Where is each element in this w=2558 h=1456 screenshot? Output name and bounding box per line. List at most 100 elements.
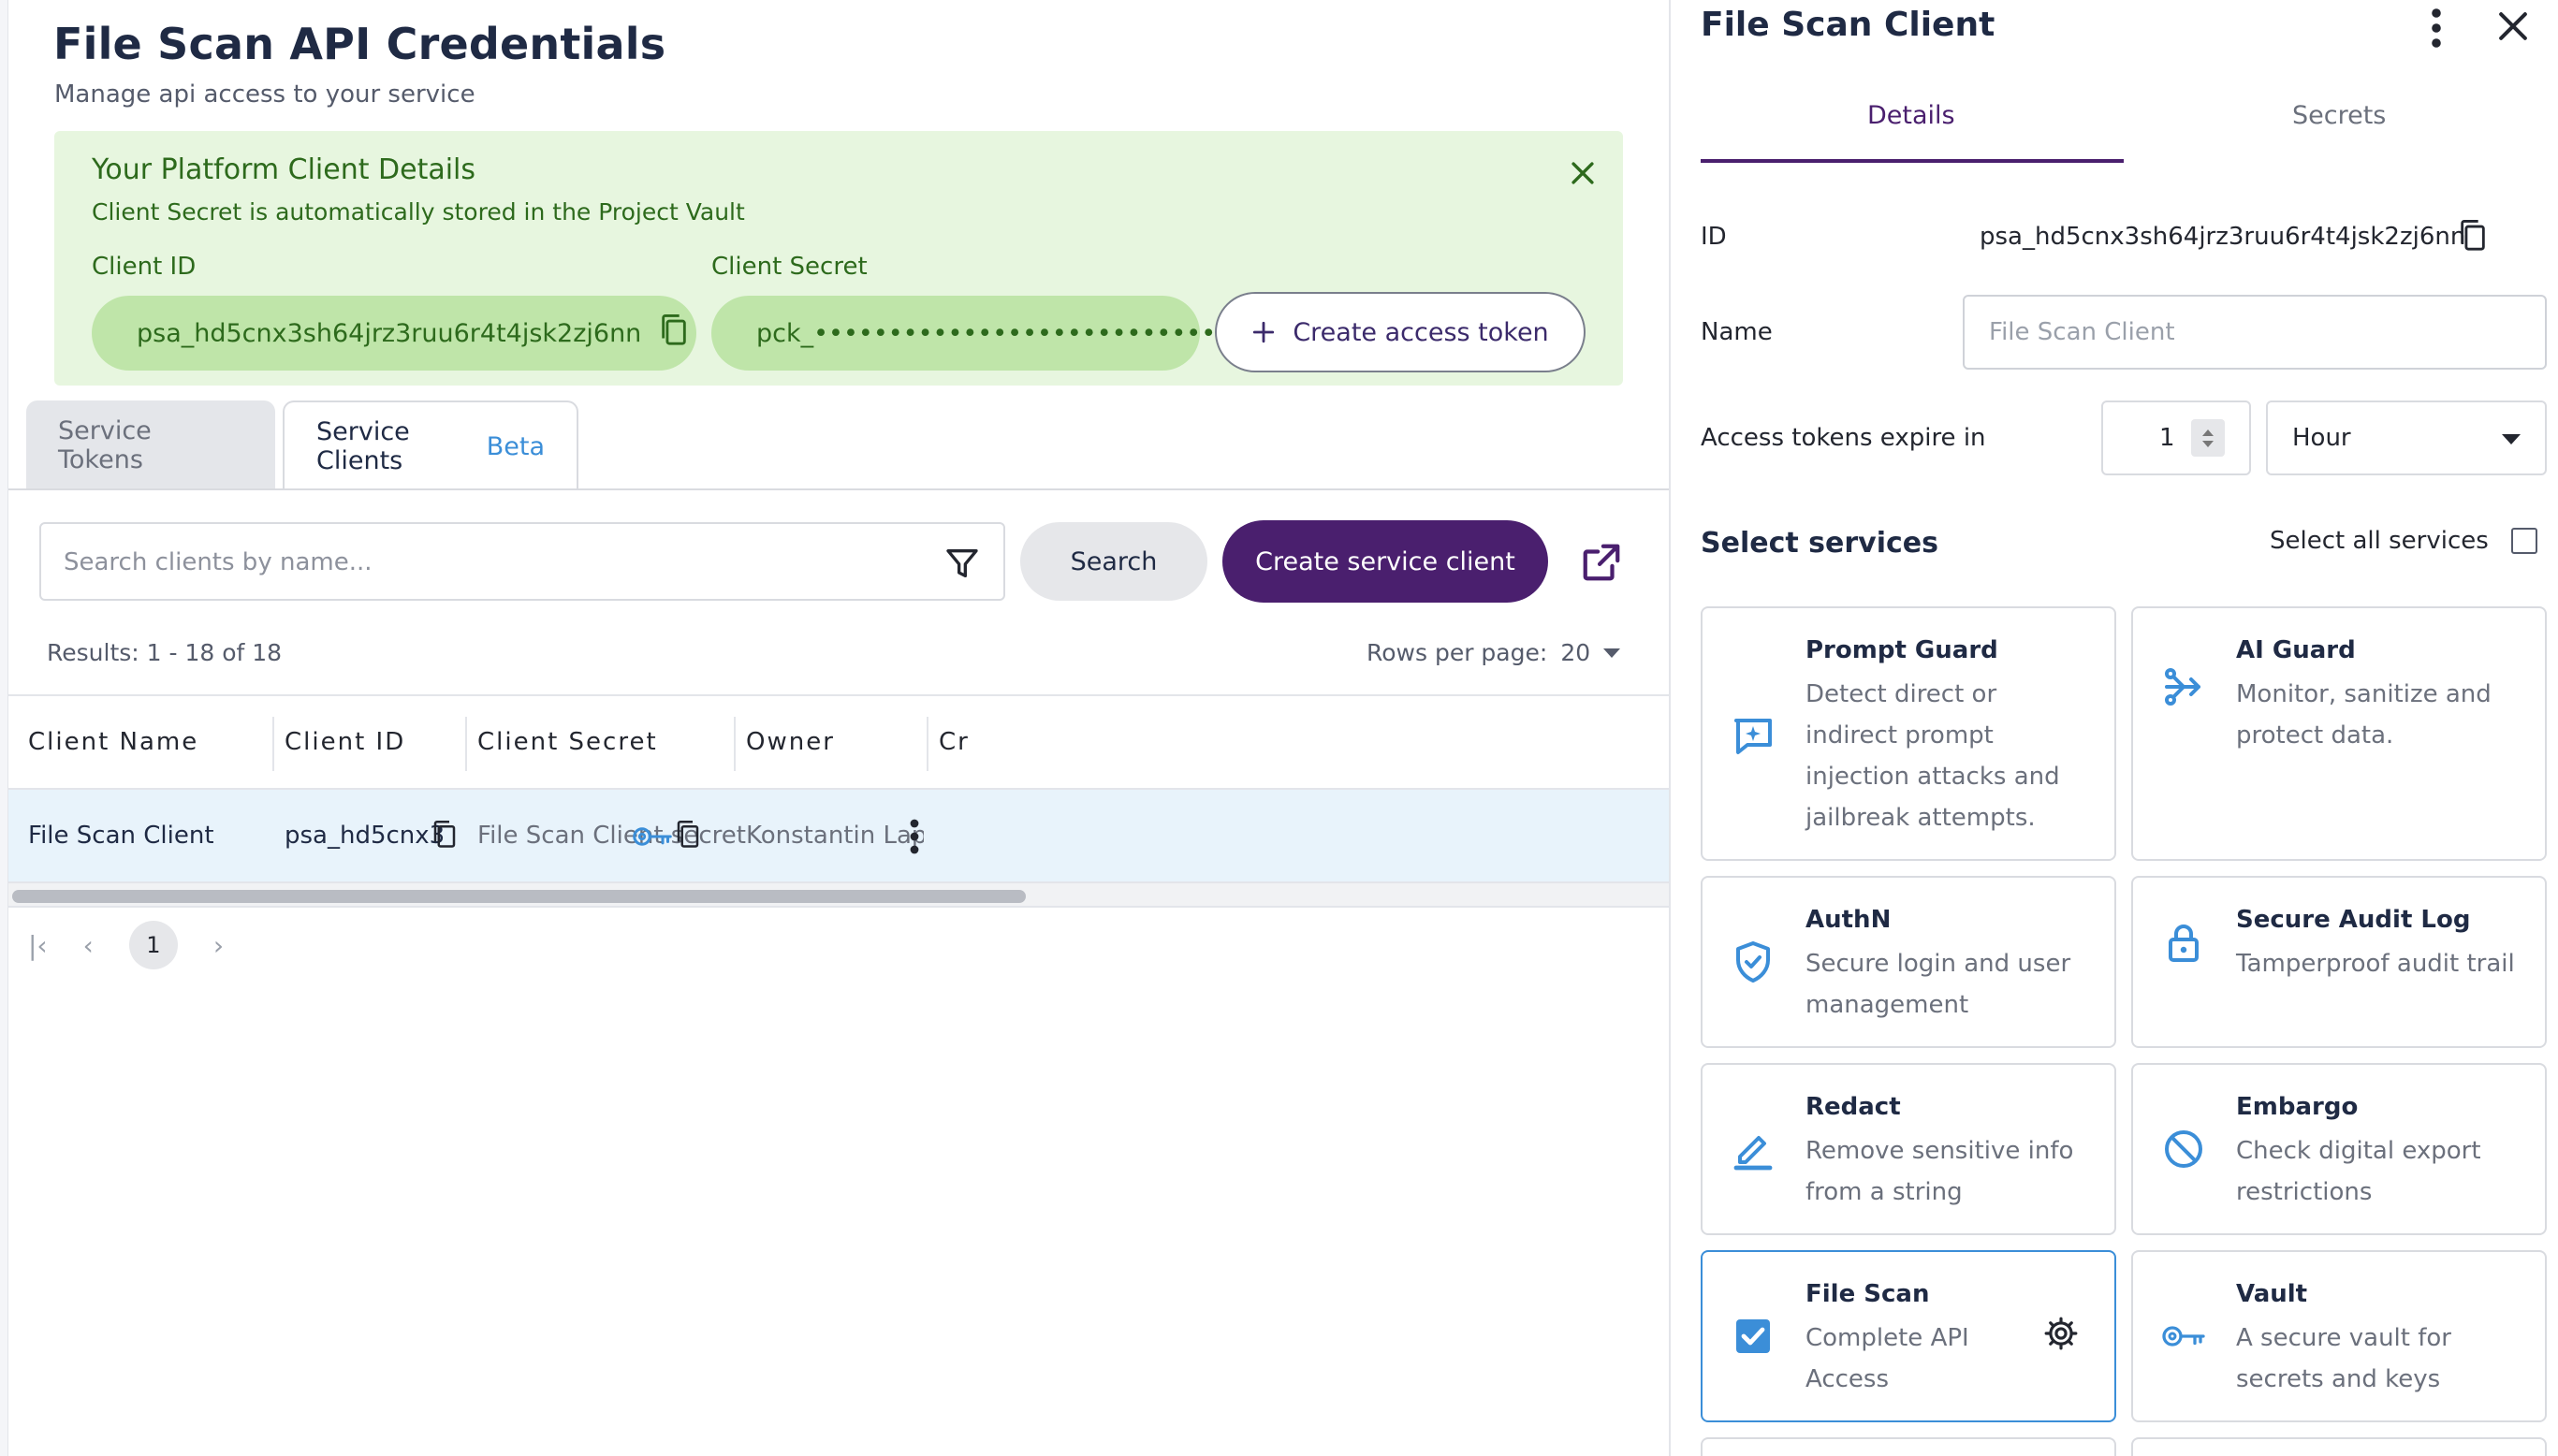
copy-icon[interactable] <box>674 818 702 852</box>
copy-icon[interactable] <box>431 818 459 852</box>
client-secret-pill: pck_•••••••••••••••••••••••••••ykaf <box>711 296 1315 371</box>
banner-close-icon[interactable] <box>1567 157 1599 189</box>
plus-icon <box>1253 321 1275 343</box>
row-menu-icon[interactable] <box>909 818 920 855</box>
ai-guard-icon <box>2165 668 2200 706</box>
filter-icon[interactable] <box>943 545 981 582</box>
panel-title: File Scan Client <box>1701 6 1995 44</box>
tab-service-clients-label: Service Clients <box>316 417 410 475</box>
service-card-prompt-guard[interactable]: Prompt Guard Detect direct or indirect p… <box>1701 606 2116 861</box>
page-title: File Scan API Credentials <box>53 19 666 69</box>
service-card-authn[interactable]: AuthN Secure login and user management <box>1701 876 2116 1048</box>
service-title: File Scan <box>1805 1280 1930 1308</box>
tab-service-tokens[interactable]: Service Tokens <box>26 400 275 490</box>
lock-icon <box>2169 925 2199 962</box>
service-title: Prompt Guard <box>1805 636 1998 664</box>
select-all-services[interactable]: Select all services <box>2270 527 2537 555</box>
cell-client-name[interactable]: File Scan Client <box>28 822 214 850</box>
name-label: Name <box>1701 318 1773 346</box>
client-secret-value: pck_•••••••••••••••••••••••••••ykaf <box>756 318 1270 348</box>
column-divider <box>734 717 736 771</box>
scrollbar-thumb[interactable] <box>12 890 1026 903</box>
clients-table: Client Name Client ID Client Secret Owne… <box>8 694 1669 908</box>
pagination: |‹ ‹ 1 › <box>28 921 224 969</box>
rows-per-page-value: 20 <box>1560 639 1591 666</box>
copy-icon[interactable] <box>2457 217 2489 255</box>
close-panel-icon[interactable] <box>2492 6 2534 47</box>
expire-unit-select[interactable]: Hour <box>2266 400 2547 475</box>
create-access-token-label: Create access token <box>1293 317 1549 347</box>
client-id-label: Client ID <box>92 253 197 281</box>
service-card-vault[interactable]: Vault A secure vault for secrets and key… <box>2131 1250 2547 1422</box>
rows-per-page-select[interactable]: Rows per page: 20 <box>1367 639 1621 666</box>
number-stepper[interactable] <box>2191 419 2225 457</box>
search-button-label: Search <box>1070 546 1158 576</box>
id-value: psa_hd5cnx3sh64jrz3ruu6r4t4jsk2zj6nn <box>1980 223 2466 251</box>
service-card-secure-audit-log[interactable]: Secure Audit Log Tamperproof audit trail <box>2131 876 2547 1048</box>
create-service-client-button[interactable]: Create service client <box>1222 520 1548 603</box>
service-description: Remove sensitive info from a string <box>1805 1137 2074 1206</box>
current-page[interactable]: 1 <box>128 921 178 969</box>
previous-page-icon[interactable]: ‹ <box>83 930 94 961</box>
banner-title: Your Platform Client Details <box>92 153 476 186</box>
copy-icon[interactable] <box>658 313 690 355</box>
create-access-token-button[interactable]: Create access token <box>1215 292 1586 372</box>
expire-unit-value: Hour <box>2292 424 2351 452</box>
client-secret-label: Client Secret <box>711 253 868 281</box>
more-options-icon[interactable] <box>2427 7 2446 49</box>
cell-client-secret: File Scan Client secret <box>477 822 746 850</box>
tab-divider <box>8 488 1669 490</box>
service-description: Complete API Access <box>1805 1324 1969 1393</box>
id-label: ID <box>1701 223 1727 251</box>
checkbox-checked-icon[interactable] <box>1731 1314 1776 1359</box>
stepper-down-icon[interactable] <box>2202 440 2214 447</box>
horizontal-scrollbar[interactable] <box>8 883 1669 908</box>
column-header-client-name[interactable]: Client Name <box>28 728 198 756</box>
service-title: Redact <box>1805 1093 1901 1121</box>
service-card-file-scan[interactable]: File Scan Complete API Access <box>1701 1250 2116 1422</box>
cell-owner: Konstantin Lap <box>746 822 924 850</box>
first-page-icon[interactable]: |‹ <box>28 930 48 961</box>
search-button[interactable]: Search <box>1020 522 1207 601</box>
prompt-guard-icon <box>1734 719 1772 754</box>
expire-number-input[interactable]: 1 <box>2101 400 2251 475</box>
panel-tab-details[interactable]: Details <box>1867 101 1955 130</box>
gear-icon[interactable] <box>2043 1316 2079 1351</box>
column-header-client-secret[interactable]: Client Secret <box>477 728 658 756</box>
main-content: File Scan API Credentials Manage api acc… <box>0 0 1669 1456</box>
column-divider <box>465 717 467 771</box>
service-card-embargo[interactable]: Embargo Check digital export restriction… <box>2131 1063 2547 1235</box>
service-card-redact[interactable]: Redact Remove sensitive info from a stri… <box>1701 1063 2116 1235</box>
service-card-partial[interactable] <box>2131 1437 2547 1456</box>
cell-client-id: psa_hd5cnx3sh64jr... <box>285 822 444 850</box>
active-tab-indicator <box>1701 159 2124 163</box>
search-input[interactable] <box>64 541 906 584</box>
column-header-owner[interactable]: Owner <box>746 728 835 756</box>
open-external-icon[interactable] <box>1580 541 1623 584</box>
tab-service-clients[interactable]: Service Clients Beta <box>283 400 578 490</box>
service-description: Tamperproof audit trail <box>2236 950 2515 978</box>
block-icon <box>2165 1130 2202 1168</box>
stepper-up-icon[interactable] <box>2202 429 2214 436</box>
results-summary: Results: 1 - 18 of 18 <box>47 639 283 666</box>
column-header-created[interactable]: Cr <box>939 728 970 756</box>
left-gutter <box>0 0 8 1456</box>
service-description: Detect direct or indirect prompt injecti… <box>1805 680 2060 832</box>
client-id-value: psa_hd5cnx3sh64jrz3ruu6r4t4jsk2zj6nn <box>137 318 642 348</box>
service-card-ai-guard[interactable]: AI Guard Monitor, sanitize and protect d… <box>2131 606 2547 861</box>
select-all-checkbox[interactable] <box>2510 528 2537 554</box>
next-page-icon[interactable]: › <box>213 930 224 961</box>
service-title: Vault <box>2236 1280 2308 1308</box>
service-title: Secure Audit Log <box>2236 906 2471 934</box>
search-box <box>39 522 1005 601</box>
key-icon[interactable] <box>632 823 673 850</box>
expire-label: Access tokens expire in <box>1701 424 1986 452</box>
service-card-partial[interactable] <box>1701 1437 2116 1456</box>
table-row[interactable]: File Scan Client psa_hd5cnx3sh64jr... Fi… <box>8 790 1669 883</box>
column-divider <box>927 717 928 771</box>
panel-tab-secrets[interactable]: Secrets <box>2292 101 2386 130</box>
name-input[interactable] <box>1963 295 2547 370</box>
column-header-client-id[interactable]: Client ID <box>285 728 405 756</box>
banner-description: Client Secret is automatically stored in… <box>92 198 745 226</box>
tab-bar: Service Tokens Service Clients Beta <box>26 400 578 490</box>
